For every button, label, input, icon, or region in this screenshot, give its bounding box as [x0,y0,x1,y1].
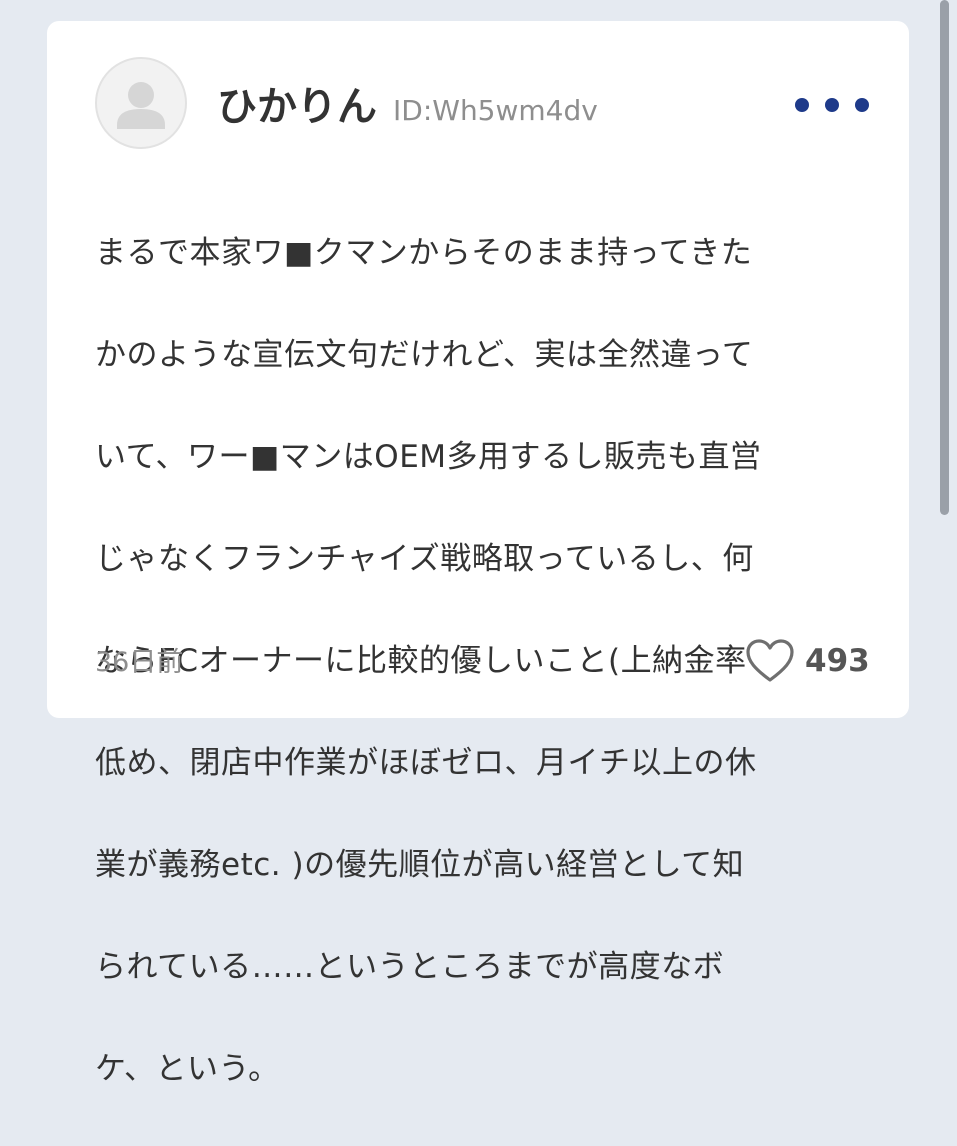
comment-line: 業が義務etc. )の優先順位が高い経営として知 [95,847,745,883]
author-name[interactable]: ひかりん [217,81,377,133]
more-options-button[interactable] [795,89,869,121]
post-timestamp: 36日前 [95,647,184,678]
more-horizontal-icon-dot [855,98,869,112]
comment-line: られている……というところまでが高度なボ [95,949,725,985]
avatar[interactable] [95,57,187,149]
more-horizontal-icon-dot [825,98,839,112]
comment-line: かのような宣伝文句だけれど、実は全然違って [95,337,754,373]
like-count: 493 [805,643,870,679]
comment-line: いて、ワー■マンはOEM多用するし販売も直営 [95,439,762,475]
comment-line: ケ、という。 [95,1051,280,1087]
default-user-avatar-icon [117,82,165,129]
scrollbar[interactable] [940,0,949,515]
more-horizontal-icon [795,98,809,112]
comment-line: じゃなくフランチャイズ戦略取っているし、何 [95,541,754,577]
like-button[interactable]: 493 [745,635,870,687]
author-id: ID:Wh5wm4dv [393,94,598,127]
comment-line: 低め、閉店中作業がほぼゼロ、月イチ以上の休 [95,745,757,781]
comment-card: ひかりん ID:Wh5wm4dv まるで本家ワ■クマンからそのまま持ってきた か… [47,21,909,1087]
heart-outline-icon [746,639,794,682]
comment-line: まるで本家ワ■クマンからそのまま持ってきた [95,235,753,271]
